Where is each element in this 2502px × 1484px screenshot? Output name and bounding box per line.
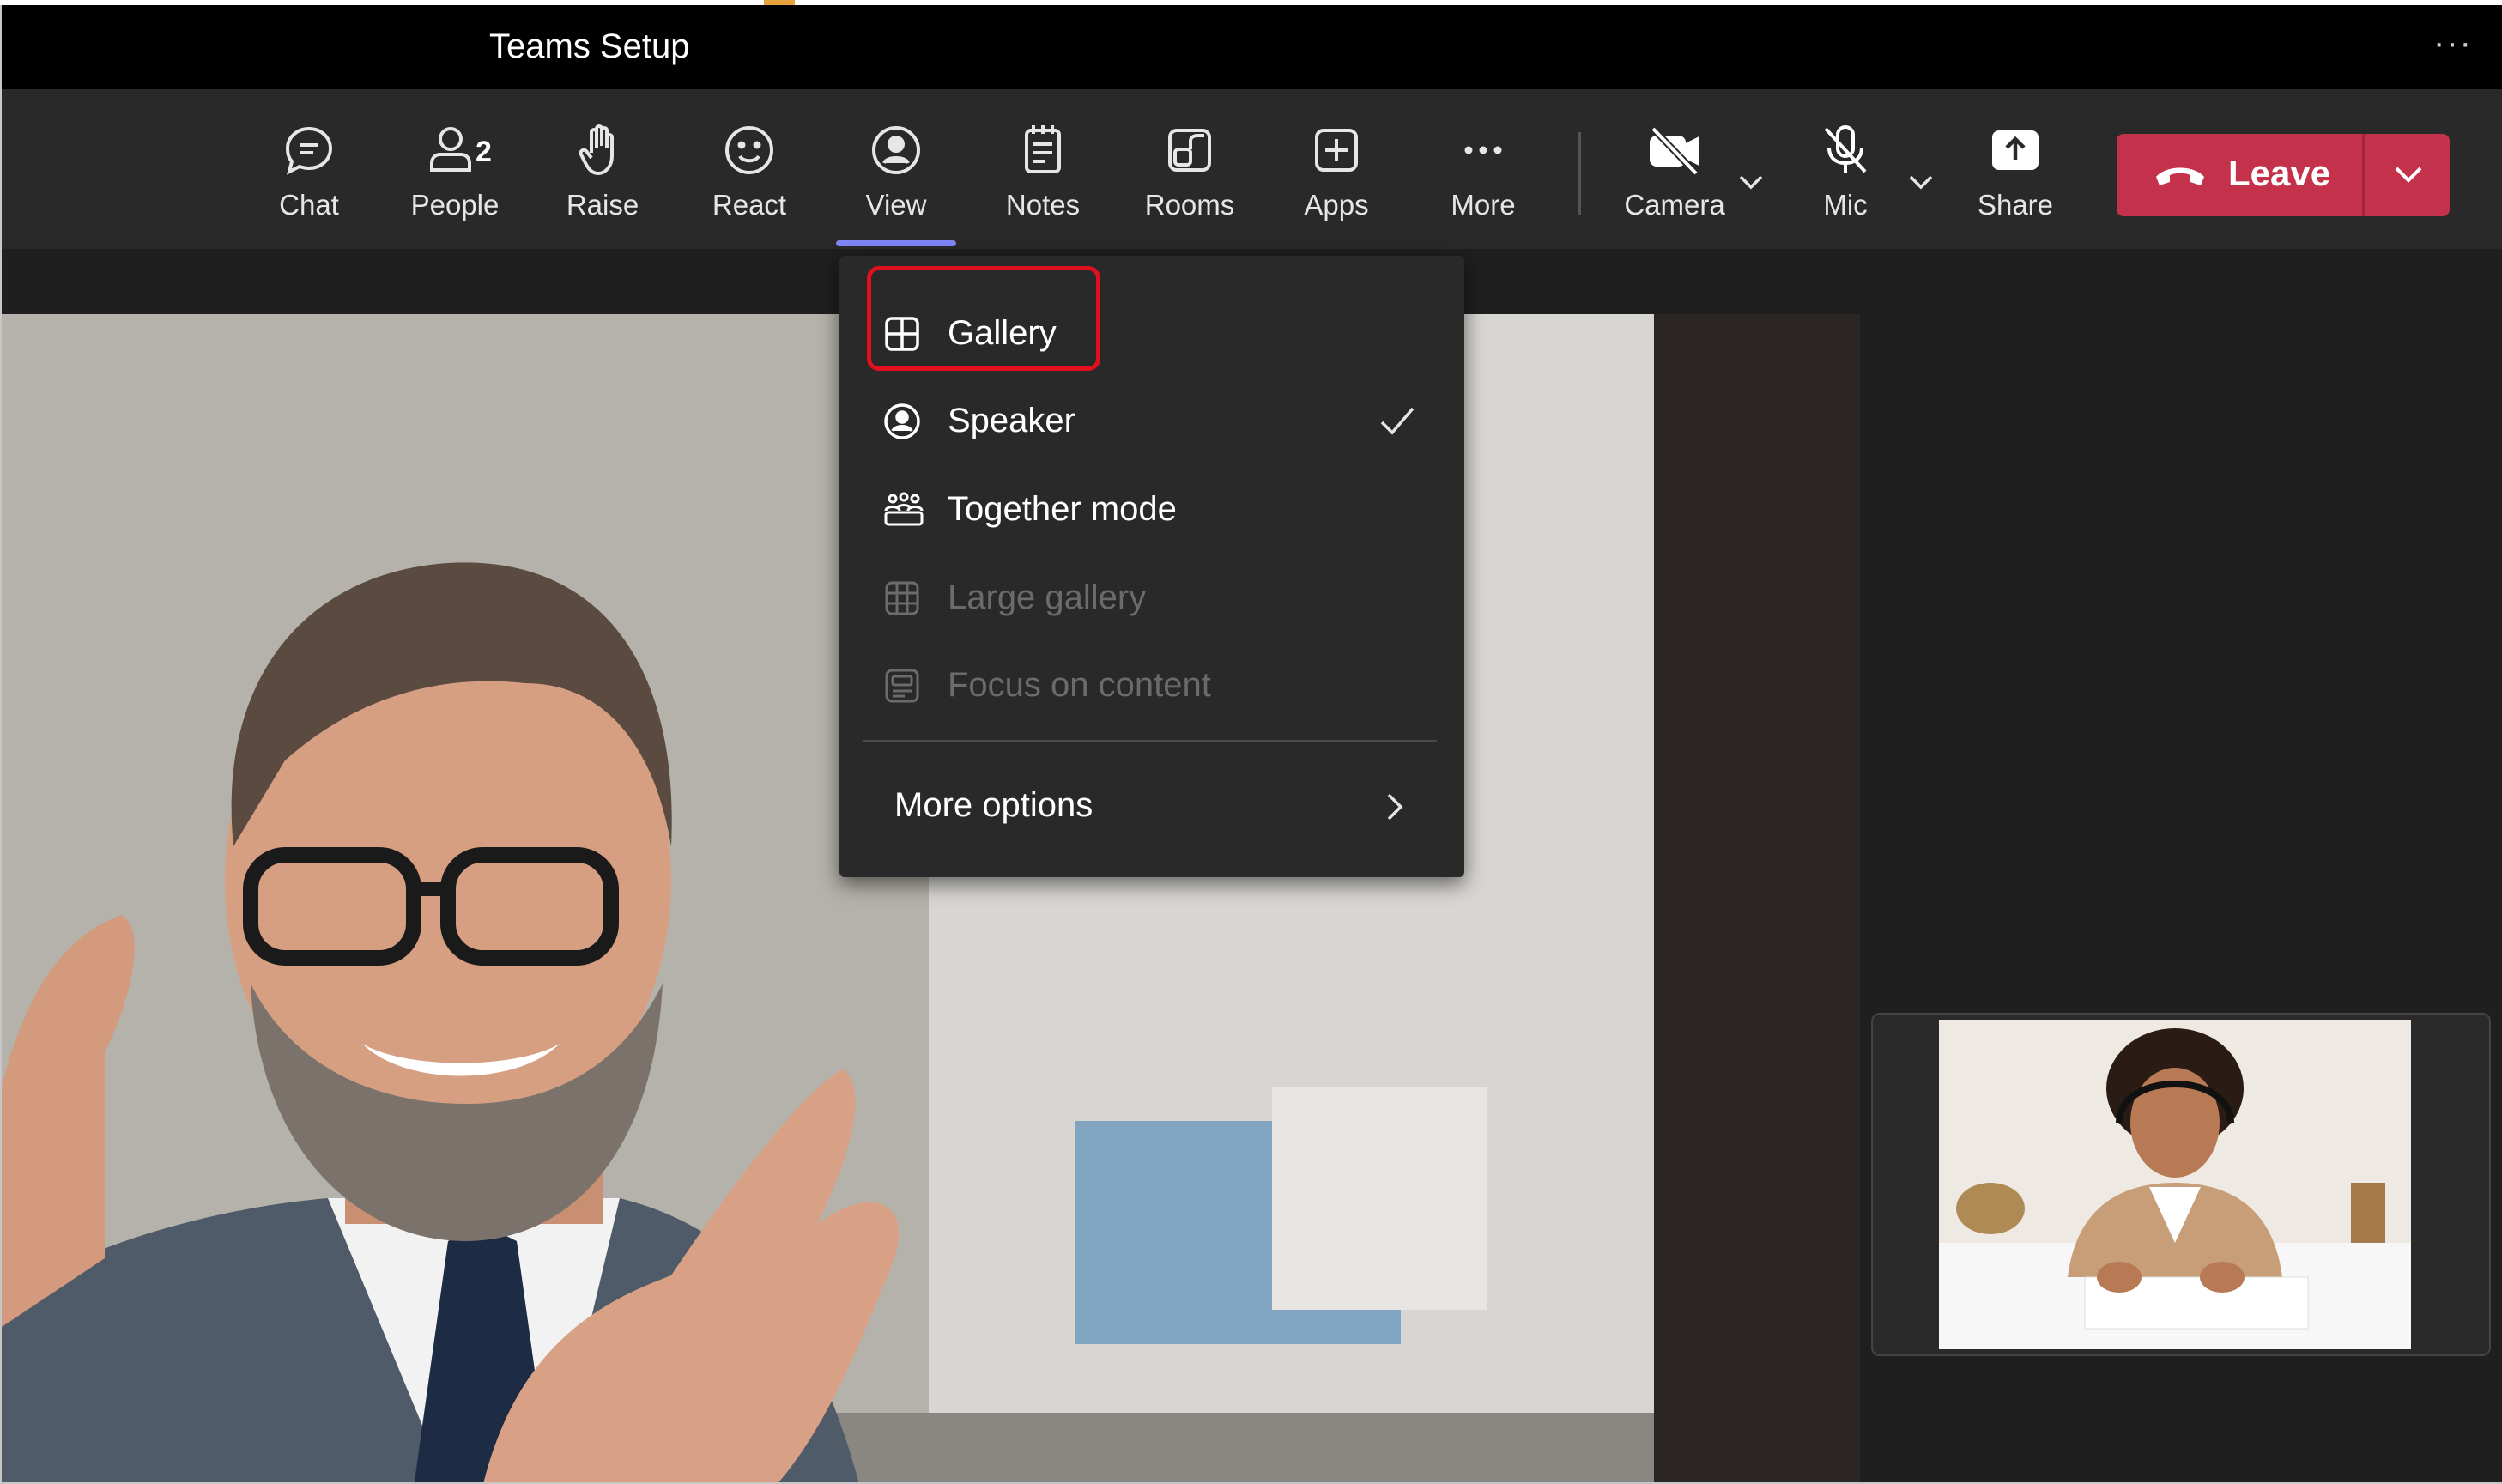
leave-split-divider <box>2362 134 2365 216</box>
more-options-label: More options <box>894 786 1093 824</box>
menu-item-together-mode[interactable]: Together mode <box>839 466 1464 552</box>
focus-on-content-label: Focus on content <box>948 666 1211 704</box>
window-more-button[interactable]: ··· <box>2433 24 2473 63</box>
view-label: View <box>865 189 927 221</box>
participant-thumbnail[interactable] <box>1871 1013 2491 1356</box>
chat-button[interactable]: Chat <box>245 89 373 249</box>
ellipsis-icon <box>1464 146 1502 154</box>
large-grid-icon <box>885 581 919 615</box>
menu-item-focus-on-content: Focus on content <box>839 642 1464 728</box>
react-button[interactable]: React <box>685 89 814 249</box>
leave-button[interactable]: Leave <box>2117 134 2450 216</box>
teams-window: Teams Setup ··· Chat People Raise React … <box>0 5 2502 1484</box>
react-label: React <box>712 189 787 221</box>
hang-up-icon <box>2156 167 2204 185</box>
menu-item-large-gallery: Large gallery <box>839 554 1464 640</box>
people-count-badge: 2 <box>476 136 492 168</box>
chat-icon <box>285 126 333 175</box>
view-button[interactable]: View <box>832 89 960 249</box>
large-gallery-label: Large gallery <box>948 578 1147 616</box>
apps-button[interactable]: Apps <box>1272 89 1401 249</box>
view-active-indicator <box>836 240 956 246</box>
share-label: Share <box>1977 189 2054 221</box>
people-label: People <box>410 189 500 221</box>
view-menu: Gallery Speaker Together mode Large gall… <box>839 256 1464 877</box>
share-button[interactable]: Share <box>1951 89 2080 249</box>
camera-button[interactable]: Camera <box>1610 89 1739 249</box>
more-button[interactable]: More <box>1419 89 1548 249</box>
mic-options-chevron-icon[interactable] <box>1904 165 1938 199</box>
hand-icon <box>579 124 614 175</box>
participant-video <box>1939 1020 2411 1349</box>
raise-label: Raise <box>566 189 639 221</box>
speaker-label: Speaker <box>948 402 1075 439</box>
plus-box-icon <box>1315 129 1358 172</box>
leave-label: Leave <box>2228 153 2331 193</box>
chevron-right-icon <box>1387 793 1403 821</box>
meeting-toolbar: Chat People Raise React View Notes Rooms… <box>2 89 2502 249</box>
leave-options-chevron-icon[interactable] <box>2390 158 2427 192</box>
together-mode-label: Together mode <box>948 490 1177 528</box>
chat-label: Chat <box>279 189 339 221</box>
title-bar: Teams Setup ··· <box>2 5 2502 89</box>
gallery-highlight-box <box>867 266 1100 371</box>
mic-label: Mic <box>1823 189 1868 221</box>
checkmark-icon <box>1380 407 1415 435</box>
more-label: More <box>1451 189 1516 221</box>
rooms-button[interactable]: Rooms <box>1125 89 1254 249</box>
people-button[interactable]: People <box>391 89 519 249</box>
camera-label: Camera <box>1624 189 1725 221</box>
toolbar-divider <box>1578 132 1581 215</box>
window-title: Teams Setup <box>489 27 690 65</box>
notes-button[interactable]: Notes <box>978 89 1107 249</box>
mic-off-icon <box>1824 125 1867 173</box>
camera-off-icon <box>1650 126 1699 176</box>
menu-item-speaker[interactable]: Speaker <box>839 378 1464 463</box>
menu-item-more-options[interactable]: More options <box>839 762 1464 848</box>
people-group-icon <box>884 492 924 526</box>
rooms-label: Rooms <box>1144 189 1235 221</box>
camera-options-chevron-icon[interactable] <box>1734 165 1768 199</box>
share-upload-icon <box>1992 130 2039 170</box>
apps-label: Apps <box>1304 189 1369 221</box>
participant-video-image <box>1939 1020 2411 1349</box>
smiley-icon <box>725 126 773 174</box>
focus-content-icon <box>885 669 919 703</box>
notes-label: Notes <box>1005 189 1081 221</box>
menu-separator <box>863 740 1437 742</box>
raise-hand-button[interactable]: Raise <box>538 89 667 249</box>
mic-button[interactable]: Mic <box>1781 89 1910 249</box>
main-video-edge <box>1654 314 1860 1482</box>
notes-icon <box>1025 125 1061 173</box>
person-circle-icon <box>872 126 920 174</box>
person-circle-icon <box>884 403 920 439</box>
rooms-icon <box>1168 129 1211 172</box>
